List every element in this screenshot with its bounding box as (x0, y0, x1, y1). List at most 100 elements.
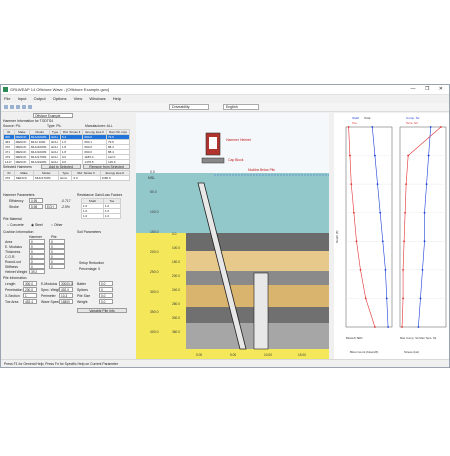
data-point (402, 297, 404, 300)
menu-help[interactable]: Help (113, 96, 121, 101)
data-point (355, 240, 358, 243)
splices-input[interactable]: 0 (99, 287, 113, 292)
weight-label: Weight (77, 300, 88, 304)
print-icon[interactable] (22, 105, 26, 109)
cushion-row-label: Area (5, 240, 13, 244)
depth-tick-label: 150.0 (150, 230, 159, 234)
concrete-radio[interactable]: ○ Concrete (7, 223, 24, 227)
cushion-row-label: Round-out (5, 260, 21, 264)
legend-comp: Comp. Str (406, 116, 420, 120)
perimeter-input[interactable]: 10.3 (59, 293, 73, 298)
open-file-icon[interactable] (10, 105, 14, 109)
hammer-table-header[interactable]: Rtd. Stroke ft (59, 129, 84, 135)
type-filter[interactable]: Type: PIL (47, 124, 61, 128)
data-point (364, 297, 367, 300)
stroke-input[interactable]: 5.98 (29, 204, 43, 209)
menu-input[interactable]: Input (18, 96, 27, 101)
selected-table-row-cell: MHU1700S (32, 175, 60, 181)
cushion-row-label: Helmet Weight (5, 270, 28, 274)
hammer-table-header[interactable]: Ram Wt. kips (105, 129, 131, 135)
layer-depth-label: 200.0 (172, 274, 180, 278)
setup-reduction-label: Setup Reduction (79, 261, 105, 265)
chart-left-footer: Blows/ft SRD (346, 336, 362, 340)
efficiency-input[interactable]: 0.95 (29, 198, 43, 203)
data-point (379, 211, 382, 214)
wave-speed-input[interactable]: 16800 (59, 299, 73, 304)
penetration-label: Penetration (5, 288, 23, 292)
resistance-table[interactable]: Shaft Toe 1.0 1.0 1.0 1.0 1.0 1.0 (81, 198, 122, 219)
depth-tick-label: 0.0 (150, 170, 155, 174)
data-point (352, 211, 355, 214)
cushion-pile-input[interactable]: 0 (49, 264, 65, 269)
run-analysis-icon[interactable] (28, 105, 32, 109)
data-point (384, 268, 387, 271)
selected-table-row-cell: 1180.0 (99, 175, 131, 181)
setup-percentage[interactable]: Percentage: 0 (79, 267, 100, 271)
penetration-input[interactable]: 230.0 (23, 287, 37, 292)
spec-weight-input[interactable]: 492.0 (59, 287, 73, 292)
remove-hammer-button[interactable]: Remove from Selected Hammers (83, 164, 130, 174)
save-file-icon[interactable] (16, 105, 20, 109)
toe-area-label: Toe Area (5, 300, 19, 304)
hammer-table-row-cell: 1417 (3, 159, 15, 165)
depth-strip (136, 307, 186, 323)
results-charts: Blow Count (blows/ft) Stress (ksi)Shaft To… (334, 113, 449, 359)
menu-bar: File Input Output Options View Windows H… (1, 95, 449, 102)
analysis-mode-select[interactable]: Driveability (169, 104, 209, 110)
sea-water (136, 173, 329, 233)
selected-table-row[interactable]: 479 MENCK MHU1700S ECH 0.0 1180.0 (3, 175, 131, 181)
soil-layer (186, 251, 329, 271)
new-file-icon[interactable] (4, 105, 8, 109)
other-radio[interactable]: ○ Other (51, 223, 62, 227)
data-point (374, 154, 376, 157)
data-point (376, 183, 379, 186)
data-point (349, 154, 351, 157)
bottom-axis-label: 15.00 (298, 353, 306, 357)
menu-view[interactable]: View (74, 96, 83, 101)
data-point (401, 326, 403, 328)
hammer-table-header[interactable]: Energy kips-ft (82, 129, 107, 135)
depth-tick-label: 350.0 (150, 310, 159, 314)
legend-shaft: Shaft (352, 116, 359, 120)
batter-input[interactable]: 0.0 (99, 281, 113, 286)
weight-input[interactable]: 0.0 (99, 299, 113, 304)
layer-depth-label: 240.0 (172, 288, 180, 292)
selected-hammer-table[interactable]: ID Make Model Type Rtd. Stroke ft Energy kips… (3, 170, 131, 181)
batter-label: Batter (77, 282, 87, 286)
resistance-table-row[interactable]: 1.0 1.0 (81, 213, 122, 219)
layer-depth-label: 100.0 (172, 246, 180, 250)
sea-level-label: MSL (148, 176, 155, 180)
source-filter[interactable]: Source: PIL (3, 124, 21, 128)
input-panel: Offshore Example Hammer Information for … (3, 113, 133, 357)
e-modulus-input[interactable]: 30000.0 (59, 281, 73, 286)
menu-windows[interactable]: Windows (89, 96, 105, 101)
data-point (385, 297, 388, 300)
toolbar: Driveability English (1, 103, 449, 112)
stroke-unit-select[interactable]: ECH (45, 204, 57, 209)
variable-pile-button[interactable]: Variable Pile Info (77, 308, 127, 313)
menu-output[interactable]: Output (34, 96, 46, 101)
helmet-note: -2.5% (61, 205, 70, 209)
length-input[interactable]: 300.0 (23, 281, 37, 286)
menu-file[interactable]: File (4, 96, 10, 101)
cushion-hammer-input[interactable]: 39.2 (29, 269, 45, 274)
ground-label: Mudline Below Pile (248, 168, 275, 172)
window-controls[interactable]: — ❐ ✕ (411, 85, 447, 94)
add-hammer-button[interactable]: Add to Selected Hammers (41, 164, 81, 174)
pile-size-input[interactable]: 0.0 (99, 293, 113, 298)
soil-title: Soil Parameters (77, 230, 102, 234)
data-point (429, 126, 432, 128)
upper-sky (136, 113, 329, 173)
steel-radio[interactable]: ◉ Steel (31, 223, 43, 227)
layer-depth-label: 0.0 (172, 232, 177, 236)
hammer-table[interactable]: ID Make Model Type Rtd. Stroke ft Energy kips… (3, 129, 131, 165)
hammer-window (209, 137, 217, 149)
units-select[interactable]: English (223, 104, 259, 110)
toe-area-input[interactable]: 452.4 (23, 299, 37, 304)
menu-options[interactable]: Options (53, 96, 67, 101)
data-point (417, 326, 420, 328)
x-section-input[interactable]: 1 (23, 293, 37, 298)
energy-note: -0.717 (61, 199, 71, 203)
pile-name-field[interactable]: Offshore Example (33, 113, 73, 118)
manufacturer-filter[interactable]: Manufacturer: ALL (85, 124, 113, 128)
